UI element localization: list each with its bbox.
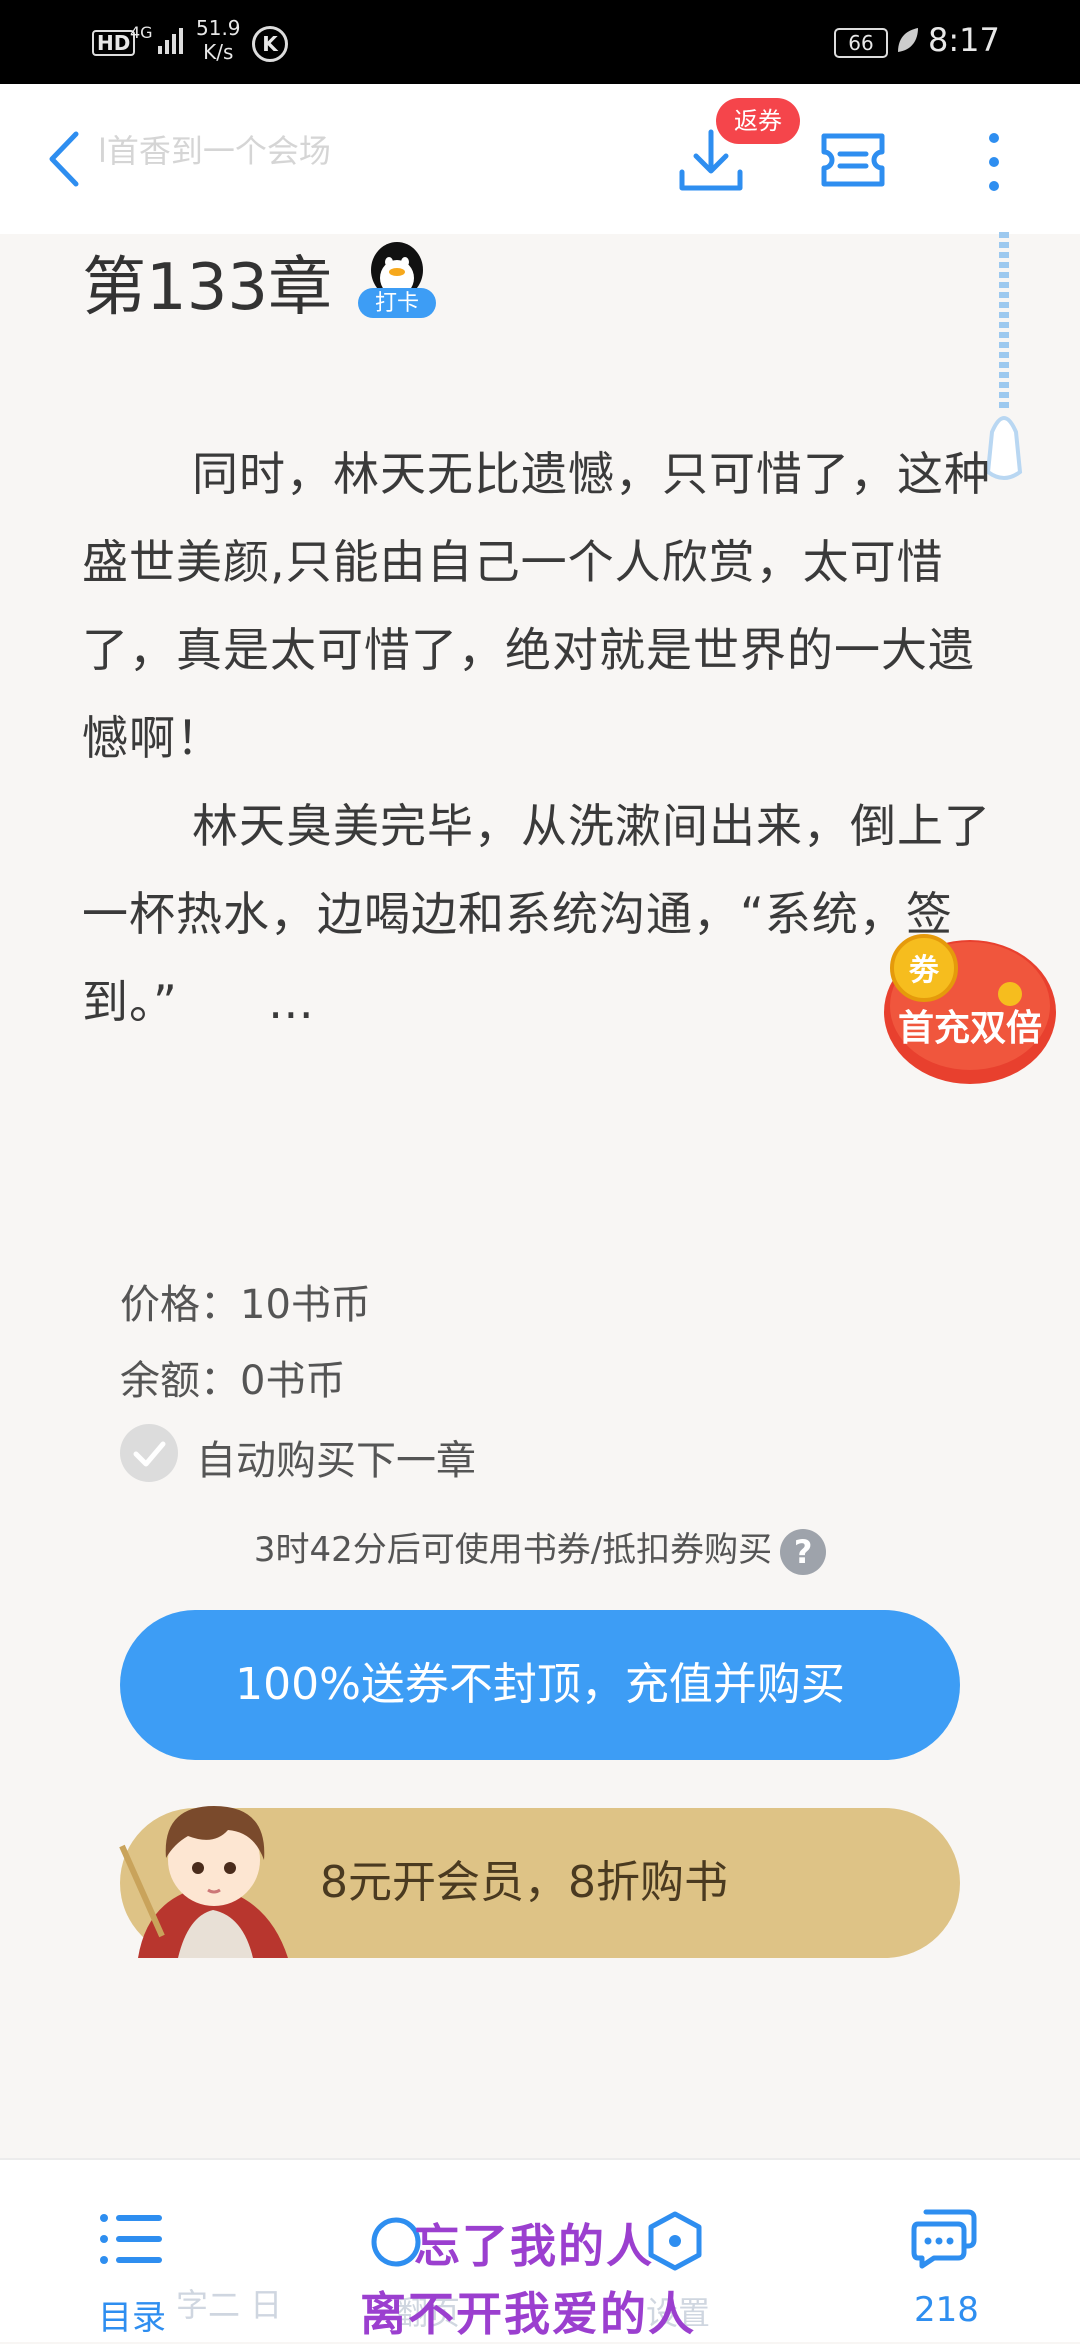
back-arrow-icon[interactable] — [40, 128, 90, 190]
first-recharge-double-promo[interactable]: 劵 首充双倍 — [878, 922, 1058, 1086]
settings-hex-icon[interactable] — [646, 2210, 704, 2272]
signal-icon — [158, 28, 183, 54]
balance-value: 0书币 — [240, 1358, 346, 1404]
chapter-paragraph: 林天臭美完毕，从洗漱间出来，倒上了一杯热水，边喝边和系统沟通，“系统，签到。”… — [82, 799, 991, 1029]
lyric-line-2: 离不开我爱的人 — [360, 2287, 696, 2341]
coupon-tip: 3时42分后可使用书券/抵扣券购买? — [0, 1522, 1080, 1575]
nav-catalog[interactable] — [98, 2210, 164, 2272]
status-bar: HD 4G 51.9 K/s K 66 8:17 — [0, 0, 1080, 84]
more-menu-icon[interactable] — [984, 130, 1004, 194]
auto-buy-label[interactable]: 自动购买下一章 — [196, 1428, 476, 1486]
price-value: 10书币 — [240, 1282, 371, 1328]
comment-icon[interactable] — [910, 2204, 978, 2270]
balance-label: 余额： — [120, 1358, 240, 1404]
chapter-paragraph: 同时，林天无比遗憾，只可惜了，这种盛世美颜,只能由自己一个人欣赏，太可惜了，真是… — [82, 447, 991, 765]
balance-row: 余额：0书币 — [120, 1348, 345, 1406]
lyric-line-1: 忘了我的人 — [414, 2219, 654, 2273]
battery-icon: 66 — [834, 28, 888, 58]
network-speed: 51.9 K/s — [196, 16, 241, 64]
leaf-icon — [898, 28, 918, 52]
checkin-badge[interactable]: 打卡 — [354, 236, 440, 322]
help-icon[interactable]: ? — [780, 1528, 827, 1575]
penguin-icon: 打卡 — [358, 242, 436, 318]
svg-text:劵: 劵 — [908, 953, 940, 988]
auto-buy-checkbox[interactable] — [120, 1424, 178, 1482]
nav-catalog-label[interactable]: 目录 — [98, 2290, 166, 2339]
price-row: 价格：10书币 — [120, 1272, 371, 1330]
hd-indicator: HD — [92, 30, 136, 56]
network-type: 4G — [130, 23, 153, 42]
chapter-title: 第133章 — [82, 251, 333, 325]
svg-text:首充双倍: 首充双倍 — [898, 1007, 1042, 1049]
price-label: 价格： — [120, 1282, 240, 1328]
svg-text:打卡: 打卡 — [375, 291, 419, 316]
list-icon — [100, 2214, 162, 2264]
reader-toolbar: l首香到一个会场 返券 — [0, 84, 1080, 234]
ellipsis: … — [267, 975, 315, 1029]
faded-book-title: l首香到一个会场 — [98, 132, 331, 170]
comments-count[interactable]: 218 — [914, 2290, 979, 2330]
clock: 8:17 — [928, 21, 1000, 59]
check-icon — [133, 1441, 166, 1467]
return-coupon-badge[interactable]: 返券 — [716, 98, 800, 144]
k-app-icon: K — [252, 26, 288, 62]
ticket-icon[interactable] — [820, 130, 886, 190]
character-illustration — [119, 1806, 288, 1958]
recharge-and-buy-button[interactable]: 100%送券不封顶，充值并购买 — [120, 1610, 960, 1760]
faded-nav-label: 字二 日 — [176, 2286, 283, 2324]
